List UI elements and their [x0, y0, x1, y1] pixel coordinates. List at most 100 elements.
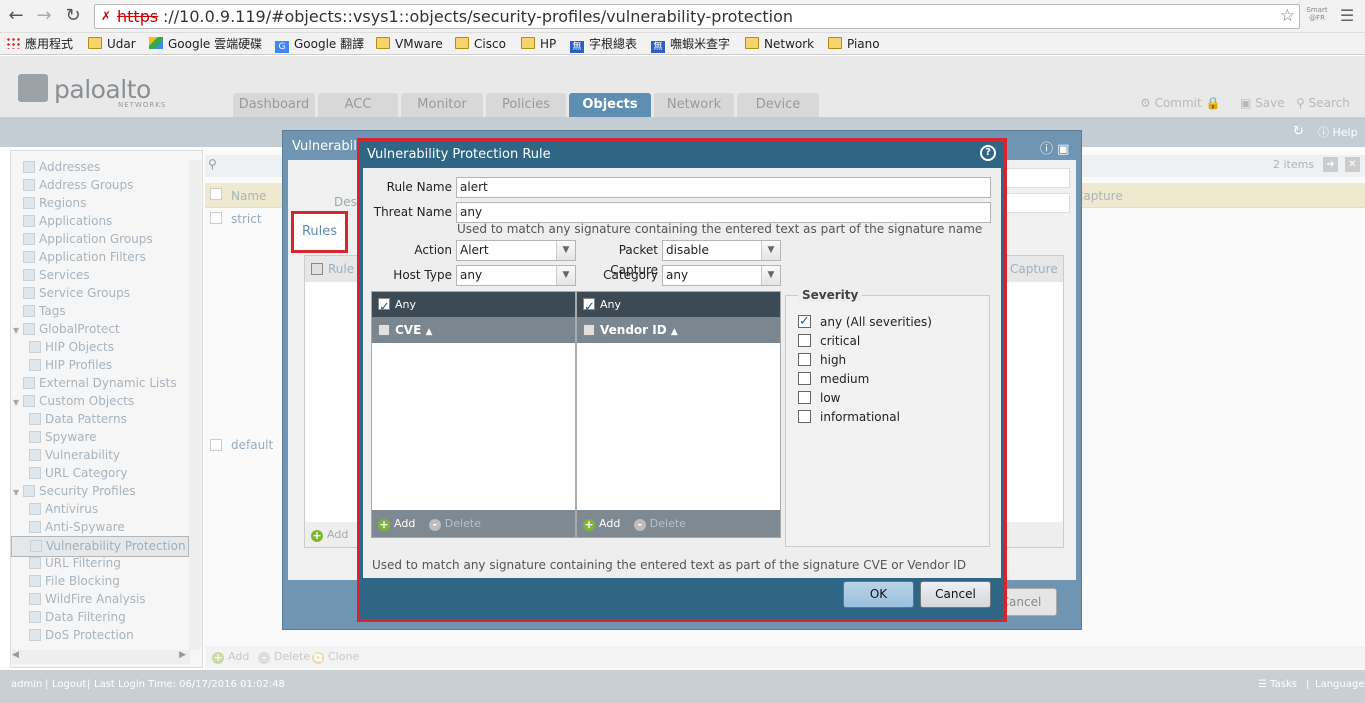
- help-button[interactable]: ⓘ Help: [1318, 124, 1358, 140]
- tab-monitor[interactable]: Monitor: [401, 93, 483, 117]
- action-select[interactable]: Alert ▼: [456, 240, 576, 261]
- profile-description-field[interactable]: [1005, 193, 1070, 213]
- tab-policies[interactable]: Policies: [486, 93, 566, 117]
- grid-clone-button[interactable]: ⧉ Clone: [312, 650, 359, 664]
- bookmark-cisco[interactable]: Cisco: [455, 36, 506, 52]
- bookmark-piano[interactable]: Piano: [828, 36, 880, 52]
- tree-item-applications[interactable]: Applications: [13, 212, 112, 230]
- bookmark-hp[interactable]: HP: [521, 36, 556, 52]
- tab-dashboard[interactable]: Dashboard: [233, 93, 315, 117]
- rules-select-all-checkbox[interactable]: [311, 263, 323, 275]
- tree-item-application-groups[interactable]: Application Groups: [13, 230, 153, 248]
- tree-horizontal-scrollbar[interactable]: ◀ ▶: [12, 650, 190, 664]
- grid-add-button[interactable]: + Add: [212, 650, 249, 664]
- save-button[interactable]: ▣ Save: [1240, 95, 1285, 111]
- tab-objects[interactable]: Objects: [569, 93, 651, 117]
- severity-option-low[interactable]: low: [798, 389, 841, 408]
- help-icon[interactable]: ⓘ: [1040, 142, 1053, 157]
- col-cve[interactable]: CVE: [395, 323, 421, 337]
- language-link[interactable]: Language: [1315, 679, 1364, 690]
- cve-select-all-checkbox[interactable]: [378, 324, 390, 336]
- col-name[interactable]: Name: [231, 189, 266, 203]
- search-button[interactable]: ⚲ Search: [1296, 95, 1350, 111]
- help-icon[interactable]: ?: [980, 145, 996, 161]
- bookmark-apps[interactable]: 應用程式: [6, 36, 73, 52]
- tree-item-url-category[interactable]: URL Category: [29, 464, 127, 482]
- severity-option-critical[interactable]: critical: [798, 332, 860, 351]
- forward-icon[interactable]: →: [32, 4, 56, 28]
- address-bar[interactable]: ✗ https ://10.0.9.119/#objects::vsys1::o…: [94, 4, 1300, 29]
- severity-checkbox[interactable]: [798, 312, 811, 331]
- tree-item-hip-objects[interactable]: HIP Objects: [29, 338, 114, 356]
- profile-name-field[interactable]: [1005, 168, 1070, 188]
- tab-device[interactable]: Device: [737, 93, 819, 117]
- cve-add-button[interactable]: + Add: [378, 517, 415, 531]
- tree-item-spyware[interactable]: Spyware: [29, 428, 97, 446]
- bookmark-boshiamy[interactable]: 無嘸蝦米查字: [651, 36, 730, 53]
- smart-extension-icon[interactable]: Smart @FR: [1305, 6, 1329, 26]
- cancel-button[interactable]: Cancel: [920, 581, 991, 608]
- tree-item-antivirus[interactable]: Antivirus: [29, 500, 98, 518]
- tree-item-url-filtering[interactable]: URL Filtering: [29, 554, 121, 572]
- tree-item-application-filters[interactable]: Application Filters: [13, 248, 146, 266]
- vendor-delete-button[interactable]: - Delete: [633, 517, 686, 531]
- apply-filter-icon[interactable]: ➜: [1323, 157, 1338, 172]
- col-rule[interactable]: Rule: [328, 262, 354, 276]
- tree-item-address-groups[interactable]: Address Groups: [13, 176, 133, 194]
- bookmark-radicals[interactable]: 無字根總表: [570, 36, 637, 53]
- col-capture[interactable]: Capture: [1075, 189, 1123, 203]
- tree-item-anti-spyware[interactable]: Anti-Spyware: [29, 518, 125, 536]
- tab-rules[interactable]: Rules: [291, 211, 348, 253]
- tab-acc[interactable]: ACC: [318, 93, 398, 117]
- tree-item-globalprotect[interactable]: ▼ GlobalProtect: [13, 320, 120, 338]
- cve-delete-button[interactable]: - Delete: [428, 517, 481, 531]
- bookmark-udar[interactable]: Udar: [88, 36, 136, 52]
- tree-item-regions[interactable]: Regions: [13, 194, 86, 212]
- col-capture[interactable]: Capture: [1010, 256, 1058, 282]
- clear-filter-icon[interactable]: ✕: [1345, 157, 1360, 172]
- maximize-icon[interactable]: ▣: [1057, 142, 1069, 157]
- menu-icon[interactable]: ☰: [1338, 6, 1356, 25]
- bookmark-vmware[interactable]: VMware: [376, 36, 443, 52]
- packet-capture-select[interactable]: disable ▼: [662, 240, 781, 261]
- tree-item-addresses[interactable]: Addresses: [13, 158, 100, 176]
- rules-add-button[interactable]: Add: [327, 528, 348, 541]
- cve-any-checkbox[interactable]: [378, 295, 390, 320]
- rule-name-input[interactable]: alert: [456, 177, 991, 198]
- severity-option-medium[interactable]: medium: [798, 370, 869, 389]
- severity-checkbox[interactable]: [798, 410, 811, 423]
- tree-item-file-blocking[interactable]: File Blocking: [29, 572, 120, 590]
- severity-option-any[interactable]: any (All severities): [798, 312, 932, 332]
- grid-row-name[interactable]: strict: [231, 212, 262, 226]
- select-all-checkbox[interactable]: [210, 188, 222, 200]
- tree-item-dos-protection[interactable]: DoS Protection: [29, 626, 134, 644]
- grid-delete-button[interactable]: - Delete: [258, 650, 310, 664]
- commit-button[interactable]: ⚙ Commit 🔒: [1140, 95, 1221, 111]
- tree-item-vulnerability[interactable]: Vulnerability: [29, 446, 120, 464]
- grid-row-name[interactable]: default: [231, 438, 273, 452]
- threat-name-input[interactable]: any: [456, 202, 991, 223]
- expand-toggle-icon[interactable]: ▼: [13, 322, 23, 340]
- reload-icon[interactable]: ↻: [61, 4, 85, 28]
- bookmark-network[interactable]: Network: [745, 36, 814, 52]
- severity-checkbox[interactable]: [798, 353, 811, 366]
- logout-link[interactable]: Logout: [52, 679, 86, 690]
- row-checkbox[interactable]: [210, 439, 222, 451]
- tree-item-service-groups[interactable]: Service Groups: [13, 284, 130, 302]
- tree-item-data-patterns[interactable]: Data Patterns: [29, 410, 127, 428]
- tree-item-data-filtering[interactable]: Data Filtering: [29, 608, 126, 626]
- vendor-add-button[interactable]: + Add: [583, 517, 620, 531]
- row-checkbox[interactable]: [210, 212, 222, 224]
- tasks-button[interactable]: ☰ Tasks: [1258, 679, 1297, 690]
- severity-option-informational[interactable]: informational: [798, 408, 900, 427]
- col-vendor-id[interactable]: Vendor ID: [600, 323, 667, 337]
- tree-item-tags[interactable]: Tags: [13, 302, 66, 320]
- host-type-select[interactable]: any ▼: [456, 265, 576, 286]
- tab-network[interactable]: Network: [654, 93, 734, 117]
- bookmark-google-translate[interactable]: G Google 翻譯: [275, 36, 364, 53]
- tree-item-external-dynamic-lists[interactable]: External Dynamic Lists: [13, 374, 177, 392]
- back-icon[interactable]: ←: [4, 4, 28, 28]
- tree-item-custom-objects[interactable]: ▼ Custom Objects: [13, 392, 134, 410]
- refresh-icon[interactable]: ↻: [1293, 124, 1304, 139]
- expand-toggle-icon[interactable]: ▼: [13, 484, 23, 502]
